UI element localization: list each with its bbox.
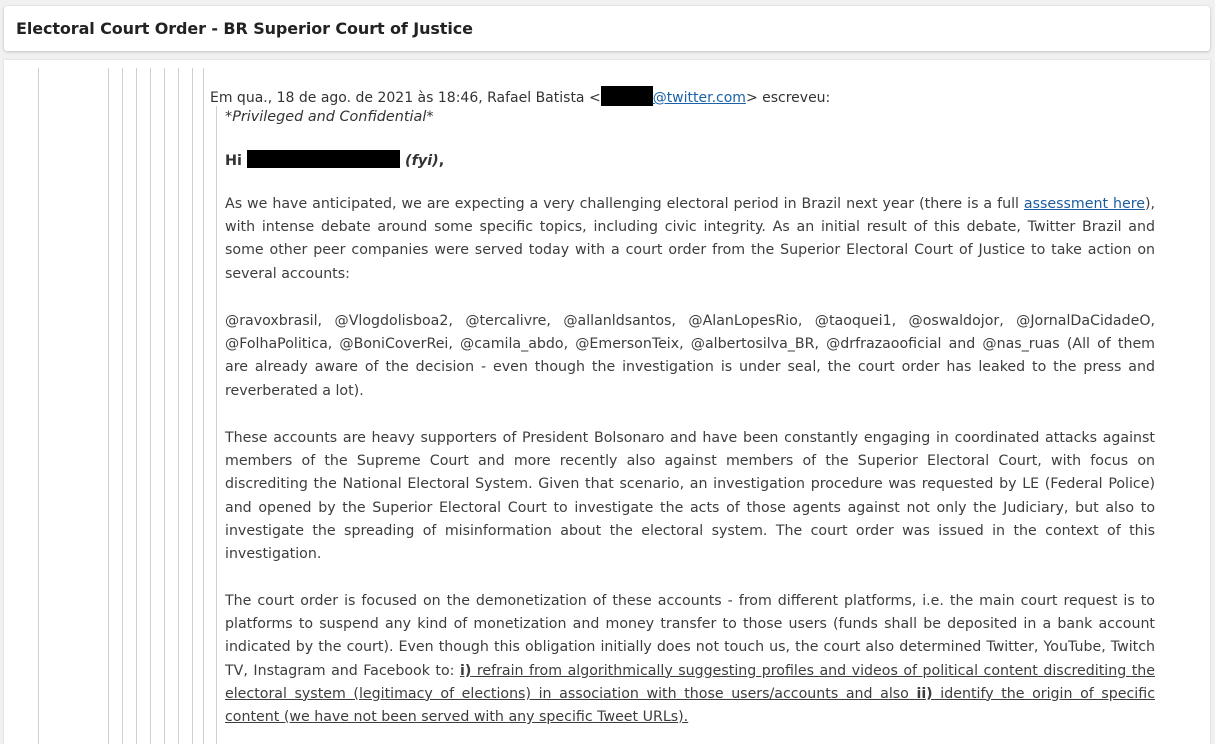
quote-line	[108, 68, 109, 744]
reply-prefix: Em qua., 18 de ago. de 2021 às 18:46, Ra…	[210, 90, 601, 106]
greeting: Hi (fyi),	[225, 150, 444, 173]
paragraph-intro: As we have anticipated, we are expecting…	[225, 193, 1155, 286]
reply-attribution: Em qua., 18 de ago. de 2021 às 18:46, Ra…	[210, 86, 830, 106]
redacted-recipient	[247, 150, 400, 168]
reply-suffix: > escreveu:	[745, 90, 831, 106]
email-viewer: Electoral Court Order - BR Superior Cour…	[0, 0, 1215, 744]
quote-line	[192, 68, 193, 744]
greeting-comma: ,	[438, 153, 445, 169]
quote-line	[136, 68, 137, 744]
quote-line	[178, 68, 179, 744]
subject-header: Electoral Court Order - BR Superior Cour…	[4, 6, 1210, 51]
quote-line	[122, 68, 123, 744]
quote-line	[164, 68, 165, 744]
quote-line	[150, 68, 151, 744]
paragraph-context: These accounts are heavy supporters of P…	[225, 430, 1155, 563]
quote-line	[38, 68, 39, 744]
confidential-label: *Privileged and Confidential*	[225, 109, 434, 125]
quoted-message: *Privileged and Confidential* Hi (fyi), …	[225, 106, 1155, 725]
directive-two-marker: ii)	[916, 685, 933, 702]
paragraph-accounts: @ravoxbrasil, @Vlogdolisboa2, @tercalivr…	[225, 313, 1155, 399]
paragraph-intro-text-a: As we have anticipated, we are expecting…	[225, 196, 1024, 212]
greeting-fyi: (fyi)	[405, 153, 439, 169]
quote-line	[216, 106, 217, 744]
paragraph-court-order: The court order is focused on the demone…	[225, 590, 1155, 729]
email-subject: Electoral Court Order - BR Superior Cour…	[16, 19, 473, 38]
assessment-link[interactable]: assessment here	[1024, 196, 1145, 212]
email-link[interactable]: @twitter.com	[653, 90, 746, 106]
directive-one-marker: i)	[459, 662, 472, 679]
redacted-email-user	[600, 86, 653, 106]
greeting-hi: Hi	[225, 153, 242, 169]
quote-line	[203, 68, 204, 744]
